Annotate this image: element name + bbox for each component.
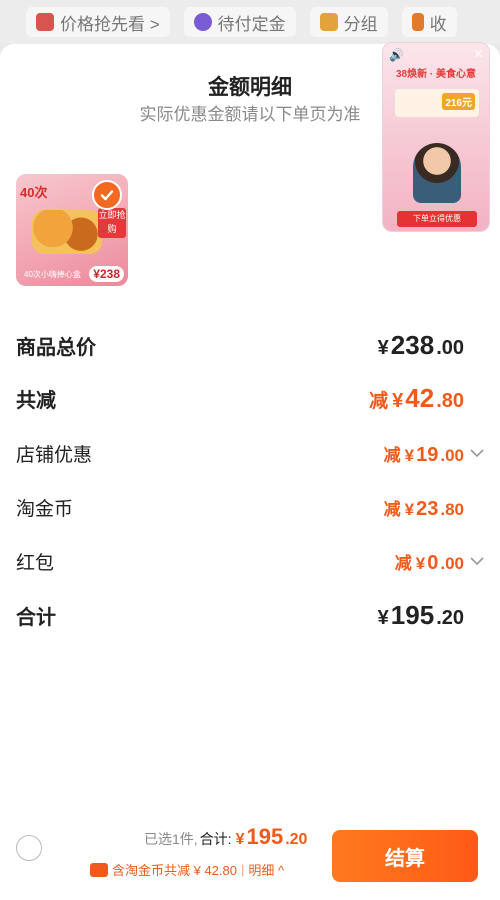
total-label: 合计 <box>16 607 56 629</box>
subtotal-amount: ¥ 238 .00 <box>378 330 484 361</box>
coin-discount-row: 淘金币 减 ¥ 23 .80 <box>16 494 484 521</box>
currency-symbol: ¥ <box>415 553 426 573</box>
checkmark-icon <box>92 180 122 210</box>
currency-symbol: ¥ <box>235 831 245 848</box>
group-label: 分组 <box>343 14 378 34</box>
download-icon <box>411 13 424 31</box>
price-preview-chip[interactable]: 价格抢先看 > <box>26 7 170 37</box>
receive-label: 收 <box>429 14 447 34</box>
close-icon[interactable]: × <box>474 46 483 64</box>
coin-discount-amount: 减 ¥ 23 .80 <box>384 495 484 521</box>
product-badge: 40次 <box>20 185 48 200</box>
amount-integer: 195 <box>390 600 435 630</box>
clock-icon <box>193 13 212 31</box>
amount-integer: 238 <box>390 330 435 360</box>
total-row: 合计 ¥ 195 .20 <box>16 600 484 631</box>
select-all-radio[interactable] <box>16 835 42 861</box>
amount-decimal: .00 <box>440 553 464 573</box>
total-discount-amount: 减 ¥ 42 .80 <box>369 383 484 414</box>
chevron-down-icon[interactable] <box>470 445 484 463</box>
red-packet-row[interactable]: 红包 减 ¥ 0 .00 <box>16 548 484 575</box>
receive-chip[interactable]: 收 <box>401 7 457 37</box>
product-price-tag: ¥238 <box>89 266 124 282</box>
amount-integer: 0 <box>427 551 439 574</box>
buy-now-tag: 立即抢购 <box>98 208 126 238</box>
product-caption: 40次小嗨捧心盒 <box>24 270 81 279</box>
chevron-down-icon[interactable] <box>470 553 484 571</box>
sound-icon[interactable]: 🔊 <box>389 48 404 62</box>
total-label: 合计: <box>199 831 232 847</box>
red-packet-label: 红包 <box>16 553 55 574</box>
price-tag-icon <box>36 13 54 31</box>
detail-toggle[interactable]: 明细 ^ <box>248 860 284 879</box>
total-decimal: .20 <box>285 831 308 848</box>
food-image <box>32 210 102 254</box>
video-price-card: 216元 <box>395 89 479 117</box>
amount-decimal: .00 <box>436 337 464 359</box>
currency-symbol: ¥ <box>404 499 415 519</box>
amount-integer: 42 <box>405 383 435 413</box>
separator: | <box>241 862 245 877</box>
subtotal-label: 商品总价 <box>16 337 96 359</box>
video-footer: 下单立得优惠 <box>397 211 477 227</box>
pending-deposit-chip[interactable]: 待付定金 <box>183 7 296 37</box>
group-chip[interactable]: 分组 <box>309 7 388 37</box>
selection-summary: 已选1件, 合计: ¥ 195 .20 <box>144 824 307 850</box>
amount-decimal: .80 <box>436 390 464 412</box>
price-preview-label: 价格抢先看 > <box>60 14 160 34</box>
amount-decimal: .20 <box>436 607 464 629</box>
coin-summary-text: 含淘金币共减 ¥ 42.80 <box>112 863 237 878</box>
video-headline: 38焕新 · 美食心意 <box>395 69 476 80</box>
amount-decimal: .00 <box>440 445 464 465</box>
minus-label: 减 <box>394 553 412 573</box>
minus-label: 减 <box>369 391 389 412</box>
total-integer: 195 <box>246 824 284 849</box>
amount-decimal: .80 <box>440 499 464 519</box>
product-thumbnail[interactable]: 40次 立即抢购 40次小嗨捧心盒 ¥238 <box>16 174 128 286</box>
currency-symbol: ¥ <box>404 445 415 465</box>
shop-discount-row[interactable]: 店铺优惠 减 ¥ 19 .00 <box>16 440 484 467</box>
video-price: 216元 <box>442 93 475 110</box>
floating-video-player[interactable]: 🔊 × 38焕新 · 美食心意 216元 下单立得优惠 <box>382 42 490 232</box>
shop-discount-label: 店铺优惠 <box>16 445 93 466</box>
currency-symbol: ¥ <box>392 390 404 412</box>
amount-integer: 19 <box>416 443 439 466</box>
checkout-bar: 已选1件, 合计: ¥ 195 .20 含淘金币共减 ¥ 42.80 | 明细 … <box>0 810 500 900</box>
video-person-image <box>413 143 461 203</box>
subtotal-row: 商品总价 ¥ 238 .00 <box>16 330 484 361</box>
currency-symbol: ¥ <box>377 607 389 629</box>
pending-deposit-label: 待付定金 <box>217 14 286 34</box>
selected-count: 已选1件, <box>144 831 198 847</box>
coin-discount-label: 淘金币 <box>16 499 74 520</box>
minus-label: 减 <box>383 445 401 465</box>
total-amount: ¥ 195 .20 <box>378 600 484 631</box>
top-tab-bar: 价格抢先看 > 待付定金 分组 收 <box>0 0 500 44</box>
minus-label: 减 <box>383 499 401 519</box>
checkout-button[interactable]: 结算 <box>332 830 478 882</box>
shop-discount-amount: 减 ¥ 19 .00 <box>384 441 484 467</box>
total-discount-label: 共减 <box>16 390 56 412</box>
folder-icon <box>319 13 338 31</box>
coupon-icon <box>90 862 108 877</box>
currency-symbol: ¥ <box>377 337 389 359</box>
coin-summary[interactable]: 含淘金币共减 ¥ 42.80 | 明细 ^ <box>90 860 284 879</box>
total-discount-row: 共减 减 ¥ 42 .80 <box>16 383 484 414</box>
amount-integer: 23 <box>416 497 439 520</box>
